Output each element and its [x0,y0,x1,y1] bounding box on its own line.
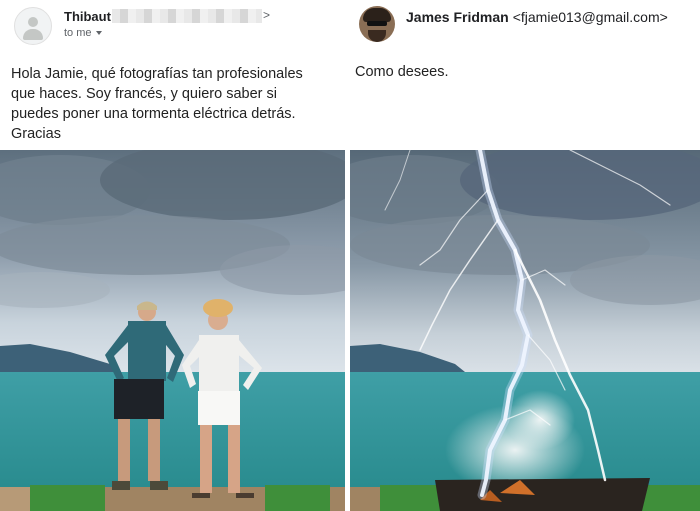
reply-message-body: Como desees. [355,64,449,80]
sender-email[interactable]: <fjamie013@gmail.com> [513,9,668,25]
original-photo [0,150,345,511]
message-line: Hola Jamie, qué fotografías tan profesio… [11,66,303,82]
sender-name[interactable]: Thibaut [64,9,111,24]
profile-photo-icon[interactable] [359,6,395,42]
left-email-panel: Thibaut > to me Hola Jamie, qué fotograf… [0,0,345,150]
edited-photo-with-lightning [350,150,700,511]
reply-sender-line: James Fridman <fjamie013@gmail.com> [406,9,668,25]
sender-name[interactable]: James Fridman [406,9,509,25]
message-line: Gracias [11,126,61,142]
message-line: que haces. Soy francés, y quiero saber s… [11,86,277,102]
redacted-email-tail: > [263,8,271,22]
person-placeholder-icon[interactable] [14,7,52,45]
recipient-label: to me [64,27,92,39]
message-body: Hola Jamie, qué fotografías tan profesio… [11,64,341,144]
chevron-down-icon[interactable] [95,31,102,36]
recipient-details-toggle[interactable]: to me [64,27,102,39]
message-line: puedes poner una tormenta eléctrica detr… [11,106,296,122]
panel-divider [345,0,347,511]
redacted-email-address [112,9,262,23]
